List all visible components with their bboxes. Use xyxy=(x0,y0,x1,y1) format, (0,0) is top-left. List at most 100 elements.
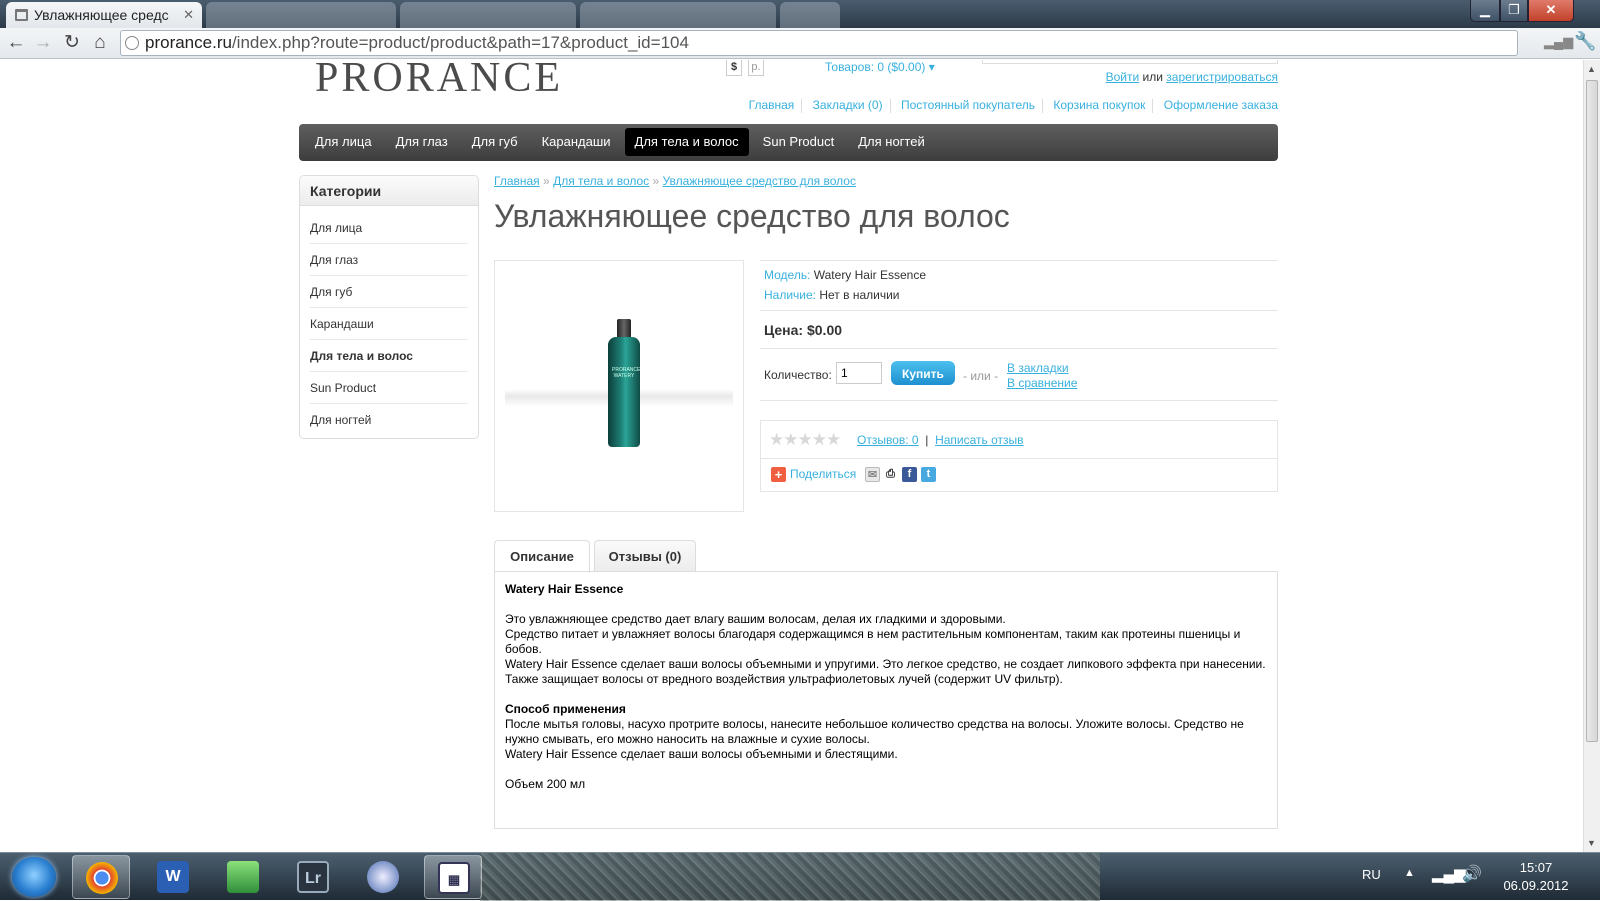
site-logo[interactable]: PRORANCE xyxy=(315,60,563,102)
bottle-label: PRORANCE WATERY xyxy=(612,367,641,379)
cart-summary-text: Товаров: 0 ($0.00) xyxy=(825,60,926,74)
taskbar-calendar[interactable]: ▦ xyxy=(424,855,482,899)
buy-button[interactable]: Купить xyxy=(891,361,955,385)
maximize-button[interactable]: ❐ xyxy=(1500,0,1528,22)
menu-item-pencils[interactable]: Карандаши xyxy=(532,128,621,156)
volume-icon[interactable]: 🔊 xyxy=(1462,864,1482,884)
currency-dollar[interactable]: $ xyxy=(726,60,742,76)
start-button[interactable] xyxy=(12,857,56,897)
divider xyxy=(760,260,1278,261)
lightroom-icon: Lr xyxy=(297,861,329,893)
home-icon[interactable]: ⌂ xyxy=(88,31,112,55)
sidebar-item-nails[interactable]: Для ногтей xyxy=(310,404,468,436)
top-link-cart[interactable]: Корзина покупок xyxy=(1053,98,1145,112)
sidebar-item-pencils[interactable]: Карандаши xyxy=(310,308,468,340)
browser-tab-active[interactable]: Увлажняющее средс ✕ xyxy=(6,2,202,28)
back-arrow-icon[interactable]: ← xyxy=(4,31,28,55)
new-tab-button[interactable] xyxy=(780,2,840,28)
tab-close-icon[interactable]: ✕ xyxy=(183,2,194,28)
product-image[interactable]: PRORANCE WATERY xyxy=(494,260,744,512)
breadcrumb-product[interactable]: Увлажняющее средство для волос xyxy=(663,174,856,188)
top-link-home[interactable]: Главная xyxy=(749,98,795,112)
login-link[interactable]: Войти xyxy=(1106,70,1140,84)
sidebar-item-lips[interactable]: Для губ xyxy=(310,276,468,308)
currency-rub[interactable]: р. xyxy=(748,60,764,76)
breadcrumb-home[interactable]: Главная xyxy=(494,174,540,188)
menu-item-eyes[interactable]: Для глаз xyxy=(386,128,458,156)
taskbar-app5[interactable] xyxy=(354,855,412,899)
twitter-icon[interactable]: t xyxy=(921,467,936,482)
stock-label: Наличие: xyxy=(764,288,817,302)
product-price: Цена: $0.00 xyxy=(764,322,843,338)
menu-item-lips[interactable]: Для губ xyxy=(462,128,528,156)
language-indicator[interactable]: RU xyxy=(1362,867,1381,882)
menu-item-sun-product[interactable]: Sun Product xyxy=(753,128,845,156)
menu-item-face[interactable]: Для лица xyxy=(305,128,382,156)
menu-item-nails[interactable]: Для ногтей xyxy=(848,128,935,156)
share-button[interactable]: + Поделиться xyxy=(771,467,857,483)
scroll-up-icon[interactable]: ▲ xyxy=(1587,64,1596,74)
clock-date: 06.09.2012 xyxy=(1503,878,1569,893)
or-text: или xyxy=(1139,70,1167,84)
scrollbar-thumb[interactable] xyxy=(1586,80,1598,742)
tab-reviews[interactable]: Отзывы (0) xyxy=(594,540,696,572)
forward-arrow-icon[interactable]: → xyxy=(31,31,55,55)
add-to-wishlist-link[interactable]: В закладки xyxy=(1007,361,1069,375)
browser-tab-4[interactable] xyxy=(580,2,776,28)
cart-summary[interactable]: Товаров: 0 ($0.00) ▾ xyxy=(825,60,935,74)
model-row: Модель: Watery Hair Essence xyxy=(764,268,926,282)
network-icon[interactable]: ▂▄▆ xyxy=(1432,865,1466,883)
share-label: Поделиться xyxy=(790,467,857,481)
top-link-wishlist[interactable]: Закладки (0) xyxy=(813,98,883,112)
auth-links: Войти или зарегистрироваться xyxy=(1060,70,1278,84)
description-heading: Watery Hair Essence xyxy=(505,582,624,596)
menu-item-body-hair[interactable]: Для тела и волос xyxy=(624,128,749,156)
sidebar-item-eyes[interactable]: Для глаз xyxy=(310,244,468,276)
write-review-link[interactable]: Написать отзыв xyxy=(935,433,1023,447)
tray-expand-icon[interactable]: ▲ xyxy=(1404,867,1415,879)
page-scrollbar[interactable]: ▲ ▼ xyxy=(1583,60,1600,852)
divider xyxy=(760,400,1278,401)
minimize-button[interactable]: ▁ xyxy=(1470,0,1500,22)
description-paragraph: Средство питает и увлажняет волосы благо… xyxy=(505,627,1241,656)
print-icon[interactable]: ⎙ xyxy=(883,467,898,482)
review-links: Отзывов: 0 | Написать отзыв xyxy=(857,433,1024,447)
windows-taskbar: W Lr ▦ RU ▲ ▂▄▆ 🔊 15:07 06.09.2012 xyxy=(0,852,1600,901)
browser-tab-3[interactable] xyxy=(400,2,576,28)
breadcrumb-category[interactable]: Для тела и волос xyxy=(553,174,649,188)
sidebar-item-body-hair[interactable]: Для тела и волос xyxy=(310,340,468,372)
taskbar-chrome[interactable] xyxy=(72,855,130,899)
address-bar[interactable]: prorance.ru/index.php?route=product/prod… xyxy=(120,30,1518,56)
facebook-icon[interactable]: f xyxy=(902,467,917,482)
taskbar-lightroom[interactable]: Lr xyxy=(284,855,342,899)
page-info-icon[interactable] xyxy=(125,36,139,50)
reload-icon[interactable]: ↻ xyxy=(60,31,84,55)
usage-heading: Способ применения xyxy=(505,702,626,716)
breadcrumb-separator: » xyxy=(652,174,660,188)
scroll-down-icon[interactable]: ▼ xyxy=(1587,838,1596,848)
close-window-button[interactable]: ✕ xyxy=(1528,0,1574,22)
tab-description[interactable]: Описание xyxy=(494,540,590,573)
sidebar-item-sun-product[interactable]: Sun Product xyxy=(310,372,468,404)
page-title: Увлажняющее средство для волос xyxy=(494,198,1010,234)
rating-stars-icon: ★★★★★ xyxy=(769,430,841,449)
quantity-input[interactable] xyxy=(836,362,882,384)
email-icon[interactable]: ✉ xyxy=(865,467,880,482)
taskbar-app3[interactable] xyxy=(214,855,272,899)
reviews-count-link[interactable]: Отзывов: 0 xyxy=(857,433,919,447)
wrench-icon[interactable]: 🔧 xyxy=(1574,31,1596,52)
sidebar-item-face[interactable]: Для лица xyxy=(310,212,468,244)
add-to-compare-link[interactable]: В сравнение xyxy=(1007,376,1077,390)
divider xyxy=(760,310,1278,311)
browser-tab-2[interactable] xyxy=(206,2,396,28)
search-input[interactable] xyxy=(982,60,1278,64)
breadcrumb: Главная » Для тела и волос » Увлажняющее… xyxy=(494,174,856,188)
top-link-checkout[interactable]: Оформление заказа xyxy=(1164,98,1278,112)
register-link[interactable]: зарегистрироваться xyxy=(1166,70,1278,84)
model-label: Модель: xyxy=(764,268,811,282)
system-clock[interactable]: 15:07 06.09.2012 xyxy=(1496,859,1576,895)
signal-bars-icon[interactable]: ▂▄▆ xyxy=(1544,34,1573,50)
browser-toolbar: ← → ↻ ⌂ prorance.ru/index.php?route=prod… xyxy=(0,28,1600,59)
top-link-account[interactable]: Постоянный покупатель xyxy=(901,98,1035,112)
taskbar-word[interactable]: W xyxy=(144,855,202,899)
